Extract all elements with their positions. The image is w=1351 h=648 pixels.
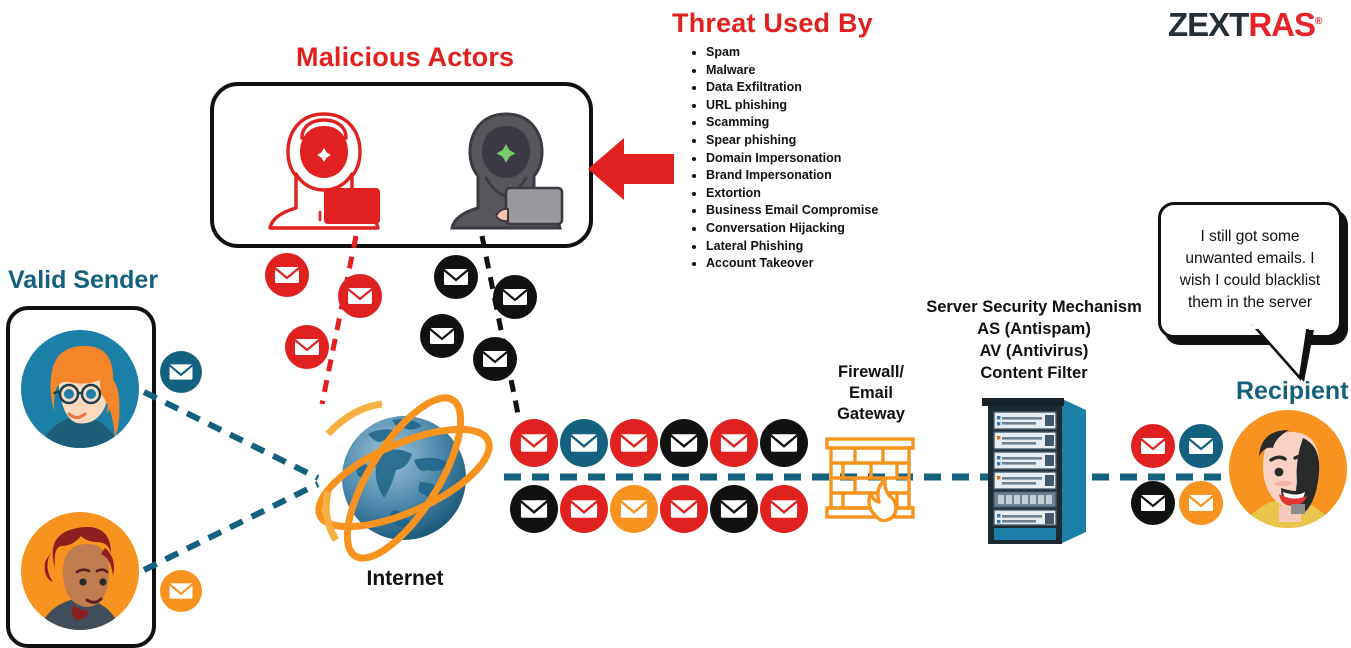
envelope-black-icon — [710, 485, 758, 533]
internet-label: Internet — [366, 567, 444, 590]
envelope-black-icon — [660, 419, 708, 467]
logo-trademark: ® — [1315, 16, 1322, 27]
malicious-actors-title: Malicious Actors — [296, 42, 515, 72]
envelope-red-icon — [338, 274, 382, 318]
envelope-black-icon — [493, 275, 537, 319]
envelope-red-icon — [1131, 424, 1175, 468]
logo-text-red: RAS — [1248, 6, 1316, 43]
threat-used-by-title: Threat Used By — [672, 8, 873, 38]
list-item: Spear phishing — [706, 132, 878, 150]
list-item: Scamming — [706, 114, 878, 132]
list-item: Spam — [706, 44, 878, 62]
valid-sender-title: Valid Sender — [8, 266, 159, 294]
envelope-teal-icon — [560, 419, 608, 467]
sender-avatar-1 — [21, 330, 139, 448]
red-arrow-icon — [588, 138, 674, 200]
envelope-red-icon — [510, 419, 558, 467]
envelope-black-icon — [473, 337, 517, 381]
sender-connection-lines — [142, 389, 320, 573]
zextras-logo: ZEXTRAS® — [1168, 6, 1322, 44]
envelope-red-icon — [660, 485, 708, 533]
envelope-black-icon — [510, 485, 558, 533]
server-rack-icon — [982, 398, 1086, 544]
envelope-red-icon — [285, 325, 329, 369]
speech-bubble-tail — [1251, 322, 1314, 382]
envelope-red-icon — [710, 419, 758, 467]
envelope-red-icon — [265, 253, 309, 297]
envelope-orange-icon — [610, 485, 658, 533]
firewall-icon — [825, 437, 915, 523]
threat-list: Spam Malware Data Exfiltration URL phish… — [684, 44, 878, 273]
list-item: URL phishing — [706, 97, 878, 115]
list-item: Extortion — [706, 185, 878, 203]
list-item: Account Takeover — [706, 255, 878, 273]
list-item: Brand Impersonation — [706, 167, 878, 185]
speech-bubble: I still got some unwanted emails. I wish… — [1158, 202, 1342, 338]
envelope-orange-icon — [1179, 481, 1223, 525]
list-item: Business Email Compromise — [706, 202, 878, 220]
list-item: Malware — [706, 62, 878, 80]
envelope-red-icon — [610, 419, 658, 467]
envelope-black-icon — [420, 314, 464, 358]
speech-bubble-text: I still got some unwanted emails. I wish… — [1179, 228, 1321, 311]
envelope-black-icon — [434, 255, 478, 299]
recipient-avatar — [1229, 410, 1347, 528]
sender-avatar-2 — [21, 512, 139, 630]
hacker-dark-icon — [450, 112, 564, 230]
list-item: Domain Impersonation — [706, 150, 878, 168]
envelope-teal-icon — [1179, 424, 1223, 468]
envelope-black-icon — [760, 419, 808, 467]
list-item: Conversation Hijacking — [706, 220, 878, 238]
diagram-canvas: ZEXTRAS® Threat Used By Spam Malware Dat… — [0, 0, 1351, 648]
list-item: Data Exfiltration — [706, 79, 878, 97]
list-item: Lateral Phishing — [706, 238, 878, 256]
logo-text-dark: ZEXT — [1168, 6, 1249, 43]
envelope-red-icon — [560, 485, 608, 533]
hacker-red-icon — [268, 112, 380, 230]
envelope-red-icon — [760, 485, 808, 533]
server-security-label: Server Security Mechanism AS (Antispam) … — [926, 298, 1142, 382]
envelope-black-icon — [1131, 481, 1175, 525]
internet-globe-icon — [315, 394, 493, 562]
